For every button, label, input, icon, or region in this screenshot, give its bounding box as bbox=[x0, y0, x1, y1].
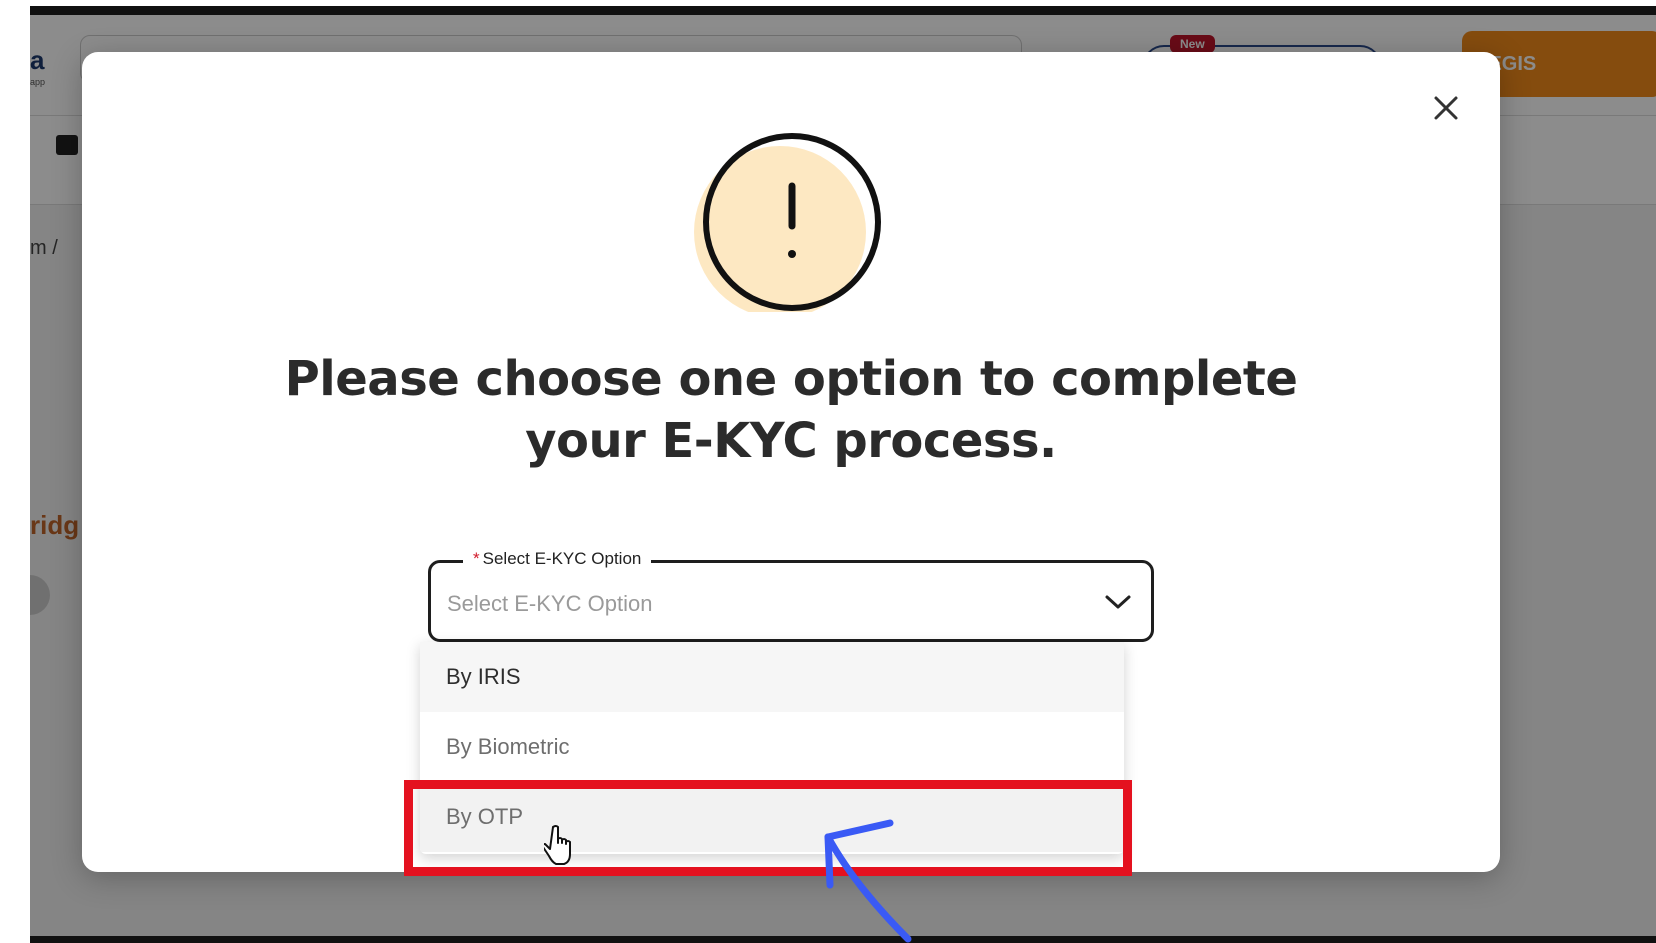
modal-title-line-1: Please choose one option to complete bbox=[284, 351, 1298, 407]
select-label: * Select E-KYC Option bbox=[463, 549, 652, 569]
select-label-text: Select E-KYC Option bbox=[482, 549, 642, 568]
screen-gutter bbox=[0, 0, 30, 943]
ekyc-option-modal: Please choose one option to complete you… bbox=[82, 52, 1500, 872]
chevron-down-icon[interactable] bbox=[1103, 591, 1133, 613]
hand-pointer-icon bbox=[544, 825, 571, 865]
close-icon[interactable] bbox=[1426, 88, 1466, 128]
warning-icon bbox=[694, 133, 881, 312]
modal-title: Please choose one option to complete you… bbox=[82, 348, 1500, 472]
annotation-arrow-icon bbox=[824, 819, 912, 943]
required-marker: * bbox=[473, 549, 480, 568]
otp-highlight-box bbox=[404, 780, 1132, 876]
option-by-biometric[interactable]: By Biometric bbox=[420, 712, 1124, 782]
ekyc-option-select[interactable]: * Select E-KYC Option Select E-KYC Option bbox=[428, 549, 1154, 642]
modal-title-line-2: your E-KYC process. bbox=[525, 413, 1057, 469]
option-by-iris[interactable]: By IRIS bbox=[420, 642, 1124, 712]
select-placeholder: Select E-KYC Option bbox=[447, 591, 653, 616]
screen-top-border bbox=[30, 6, 1656, 15]
